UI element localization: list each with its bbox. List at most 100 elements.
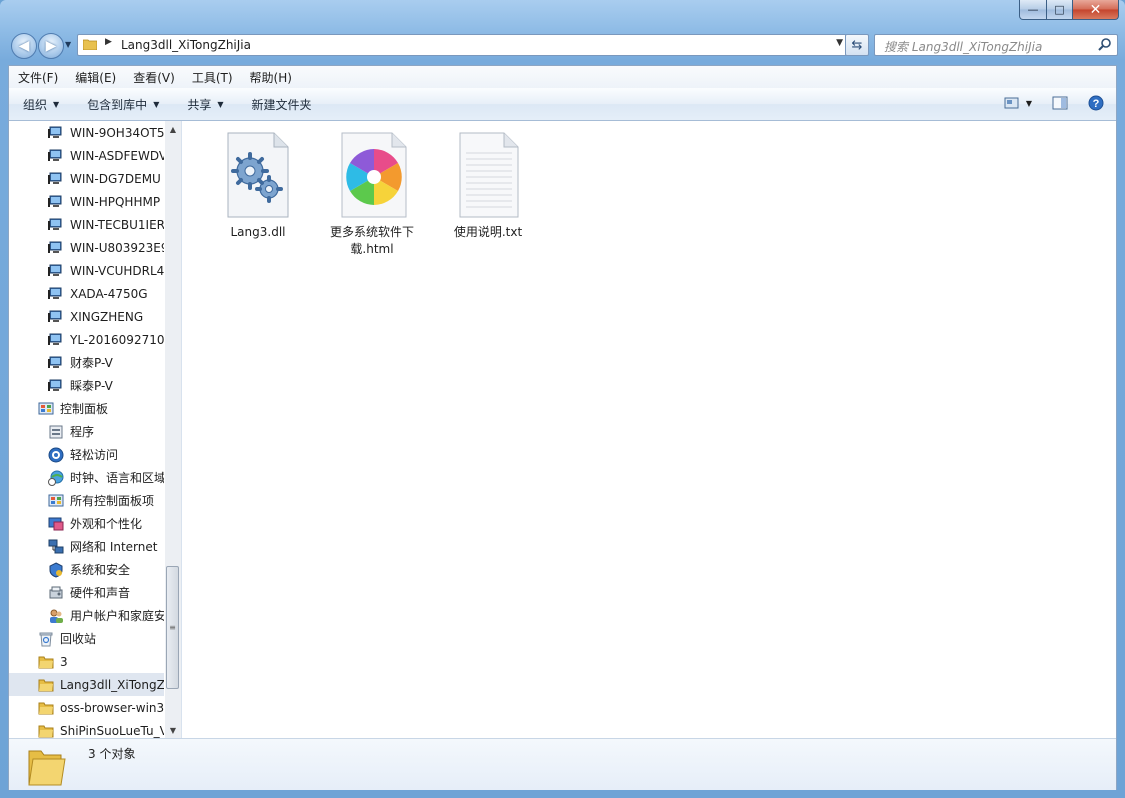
- nav-tree-item[interactable]: WIN-9OH34OT5: [9, 121, 164, 144]
- recent-pages-dropdown[interactable]: ▼: [65, 40, 71, 49]
- nav-tree-item[interactable]: oss-browser-win32: [9, 696, 164, 719]
- preview-pane-icon[interactable]: [1052, 95, 1068, 111]
- nav-tree-item[interactable]: WIN-DG7DEMU: [9, 167, 164, 190]
- nav-tree-item-label: 控制面板: [60, 402, 109, 416]
- nav-tree-item[interactable]: 3: [9, 650, 164, 673]
- menu-view[interactable]: 查看(V): [124, 69, 183, 86]
- computer-icon: [48, 149, 62, 161]
- nav-tree-item[interactable]: 睬泰P-V: [9, 374, 164, 397]
- nav-tree-item-label: WIN-DG7DEMU: [70, 171, 161, 186]
- nav-tree-item-label: 轻松访问: [70, 448, 119, 462]
- nav-tree-item[interactable]: 时钟、语言和区域: [9, 466, 164, 489]
- nav-tree-item[interactable]: 外观和个性化: [9, 512, 164, 535]
- nav-tree-item[interactable]: 回收站: [9, 627, 164, 650]
- share-button[interactable]: 共享 ▼: [187, 96, 223, 113]
- network-icon: [48, 539, 64, 553]
- hardware-sound-icon: [49, 586, 63, 598]
- new-folder-button[interactable]: 新建文件夹: [252, 96, 312, 113]
- nav-tree-item[interactable]: 系统和安全: [9, 558, 164, 581]
- share-label: 共享: [187, 97, 212, 112]
- menu-edit[interactable]: 编辑(E): [66, 69, 124, 86]
- nav-tree-item[interactable]: YL-20160927102: [9, 328, 164, 351]
- include-in-library-label: 包含到库中: [87, 97, 148, 112]
- nav-tree-item[interactable]: 网络和 Internet: [9, 535, 164, 558]
- nav-tree-item[interactable]: WIN-U803923E9: [9, 236, 164, 259]
- item-count: 3 个对象: [88, 747, 136, 761]
- nav-tree-item[interactable]: WIN-HPQHHMP: [9, 190, 164, 213]
- search-input[interactable]: 搜索 Lang3dll_XiTongZhiJia: [884, 38, 1042, 55]
- maximize-button[interactable]: □: [1047, 0, 1073, 20]
- nav-tree-item-label: 睬泰P-V: [70, 379, 113, 393]
- nav-tree-item-label: WIN-ASDFEWDV: [70, 148, 164, 163]
- organize-button[interactable]: 组织 ▼: [23, 96, 59, 113]
- view-options-dropdown[interactable]: ▼: [1026, 99, 1032, 108]
- forward-button[interactable]: ▶: [38, 33, 64, 59]
- svg-text:?: ?: [1093, 98, 1100, 110]
- folder-icon: [38, 702, 54, 714]
- computer-icon: [48, 379, 62, 391]
- file-item-more-software-html[interactable]: 更多系统软件下载.html: [322, 129, 422, 258]
- nav-tree-item-label: WIN-9OH34OT5: [70, 125, 164, 140]
- nav-tree-item-label: 系统和安全: [70, 563, 131, 577]
- scroll-thumb[interactable]: ≡: [166, 566, 179, 689]
- explorer-frame: 文件(F) 编辑(E) 查看(V) 工具(T) 帮助(H) 组织 ▼ 包含到库中…: [8, 65, 1117, 790]
- search-box[interactable]: 搜索 Lang3dll_XiTongZhiJia: [874, 34, 1118, 56]
- computer-icon: [48, 218, 62, 230]
- address-dropdown[interactable]: ▼: [836, 38, 843, 48]
- file-item-readme-txt[interactable]: 使用说明.txt: [438, 129, 538, 241]
- nav-tree-item-label: Lang3dll_XiTongZhiJia: [60, 677, 164, 692]
- scroll-up-button[interactable]: ▲: [165, 121, 181, 137]
- menu-file[interactable]: 文件(F): [9, 69, 66, 86]
- address-path[interactable]: Lang3dll_XiTongZhiJia: [121, 38, 251, 52]
- browser-html-file-icon: [341, 132, 407, 218]
- system-security-icon: [49, 561, 63, 578]
- computer-icon: [48, 356, 62, 368]
- computer-icon: [48, 310, 62, 322]
- clock-globe-icon: [48, 470, 64, 486]
- nav-tree-item[interactable]: 财泰P-V: [9, 351, 164, 374]
- nav-tree-item[interactable]: 程序: [9, 420, 164, 443]
- nav-tree-item[interactable]: 轻松访问: [9, 443, 164, 466]
- nav-tree-item[interactable]: ShiPinSuoLueTu_V: [9, 719, 164, 738]
- nav-tree-item-label: WIN-VCUHDRL4: [70, 263, 164, 278]
- computer-icon: [48, 126, 62, 138]
- nav-scrollbar[interactable]: ▲ ≡ ▼: [165, 121, 181, 738]
- computer-icon: [48, 287, 62, 299]
- control-panel-icon: [48, 494, 64, 506]
- nav-tree-item[interactable]: XINGZHENG: [9, 305, 164, 328]
- computer-icon: [48, 172, 62, 184]
- nav-tree-item[interactable]: WIN-VCUHDRL4: [9, 259, 164, 282]
- menu-tools[interactable]: 工具(T): [183, 69, 241, 86]
- nav-tree-item[interactable]: 控制面板: [9, 397, 164, 420]
- computer-icon: [48, 333, 62, 345]
- nav-tree-item[interactable]: 所有控制面板项: [9, 489, 164, 512]
- scroll-down-button[interactable]: ▼: [165, 722, 181, 738]
- close-button[interactable]: ✕: [1073, 0, 1119, 20]
- minimize-button[interactable]: —: [1019, 0, 1047, 20]
- nav-tree-item[interactable]: WIN-ASDFEWDV: [9, 144, 164, 167]
- file-name: Lang3.dll: [230, 225, 286, 239]
- back-button[interactable]: ◀: [11, 33, 37, 59]
- file-item-lang3-dll[interactable]: Lang3.dll: [208, 129, 308, 241]
- nav-tree-item[interactable]: Lang3dll_XiTongZhiJia: [9, 673, 164, 696]
- menu-help[interactable]: 帮助(H): [241, 69, 300, 86]
- nav-tree-item[interactable]: 用户帐户和家庭安: [9, 604, 164, 627]
- text-file-icon: [459, 132, 519, 218]
- change-view-icon[interactable]: [1004, 95, 1020, 111]
- address-bar[interactable]: ▶ Lang3dll_XiTongZhiJia ▼: [77, 34, 847, 56]
- chevron-down-icon: ▼: [217, 99, 224, 109]
- help-icon[interactable]: ?: [1088, 95, 1104, 111]
- nav-tree-item-label: 外观和个性化: [70, 517, 143, 531]
- include-in-library-button[interactable]: 包含到库中 ▼: [87, 96, 159, 113]
- dll-settings-file-icon: [227, 132, 289, 218]
- refresh-button[interactable]: ⇆: [845, 34, 869, 56]
- folder-icon: [28, 750, 66, 786]
- nav-tree-item[interactable]: XADA-4750G: [9, 282, 164, 305]
- nav-tree-item[interactable]: 硬件和声音: [9, 581, 164, 604]
- chevron-down-icon: ▼: [153, 99, 160, 109]
- breadcrumb-separator[interactable]: ▶: [105, 37, 112, 47]
- folder-icon: [38, 725, 54, 737]
- search-icon[interactable]: [1097, 37, 1113, 53]
- nav-tree-item[interactable]: WIN-TECBU1IER: [9, 213, 164, 236]
- organize-label: 组织: [23, 97, 48, 112]
